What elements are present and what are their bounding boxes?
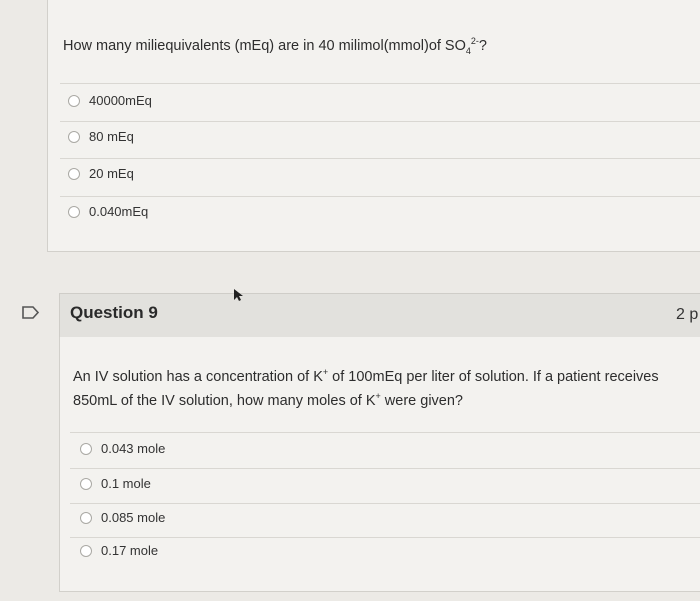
question-9-title: Question 9: [70, 303, 158, 322]
flag-icon[interactable]: [22, 306, 40, 319]
radio-button[interactable]: [80, 442, 92, 455]
divider: [70, 503, 700, 504]
cursor-arrow-icon: [234, 289, 243, 301]
divider: [60, 196, 700, 197]
radio-button[interactable]: [80, 477, 92, 490]
question-9-points: 2 p: [676, 306, 699, 323]
q8-option-4[interactable]: 0.040mEq: [68, 204, 148, 219]
divider: [70, 432, 700, 433]
divider: [70, 468, 700, 469]
q8-option-3[interactable]: 20 mEq: [68, 166, 134, 181]
radio-button[interactable]: [68, 167, 80, 180]
divider: [60, 158, 700, 159]
radio-button[interactable]: [80, 511, 92, 524]
radio-button[interactable]: [68, 205, 80, 218]
question-9-text: An IV solution has a concentration of K+…: [73, 367, 659, 409]
radio-button[interactable]: [68, 130, 80, 143]
q9-option-4[interactable]: 0.17 mole: [80, 543, 158, 558]
radio-button[interactable]: [80, 544, 92, 557]
q9-option-1[interactable]: 0.043 mole: [80, 441, 165, 456]
question-8-text: How many miliequivalents (mEq) are in 40…: [63, 36, 487, 56]
radio-button[interactable]: [68, 94, 80, 107]
divider: [60, 121, 700, 122]
divider: [70, 537, 700, 538]
divider: [60, 83, 700, 84]
q9-option-2[interactable]: 0.1 mole: [80, 476, 151, 491]
q8-option-2[interactable]: 80 mEq: [68, 129, 134, 144]
q9-option-3[interactable]: 0.085 mole: [80, 510, 165, 525]
q8-option-1[interactable]: 40000mEq: [68, 93, 152, 108]
